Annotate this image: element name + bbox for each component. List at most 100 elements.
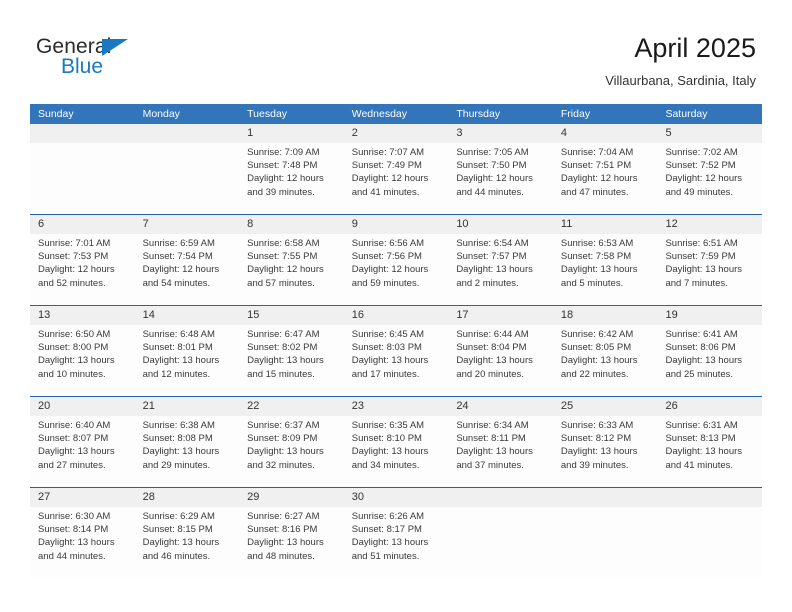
day-number[interactable]: 7 bbox=[135, 215, 240, 234]
day-detail-line: and 15 minutes. bbox=[247, 368, 315, 380]
day-detail-line: Sunset: 8:12 PM bbox=[560, 433, 632, 445]
day-cell[interactable]: Sunrise: 6:42 AM Sunset: 8:05 PM Daylight:… bbox=[553, 325, 658, 396]
day-detail-line: and 25 minutes. bbox=[665, 368, 734, 380]
day-number[interactable]: 27 bbox=[30, 488, 135, 507]
day-number[interactable]: 29 bbox=[239, 488, 344, 507]
day-detail-line: Sunrise: 6:50 AM bbox=[38, 329, 111, 340]
day-detail-line: Daylight: 12 hours bbox=[351, 173, 429, 185]
day-number[interactable]: 15 bbox=[239, 306, 344, 325]
day-cell[interactable]: Sunrise: 6:54 AM Sunset: 7:57 PM Daylight:… bbox=[448, 234, 553, 305]
day-number[interactable]: 19 bbox=[657, 306, 762, 325]
day-detail-line: and 20 minutes. bbox=[456, 368, 524, 380]
day-cell[interactable]: Sunrise: 7:09 AM Sunset: 7:48 PM Daylight:… bbox=[239, 143, 344, 214]
day-cell-empty bbox=[553, 507, 658, 578]
day-number[interactable]: 9 bbox=[344, 215, 449, 234]
day-number[interactable]: 24 bbox=[448, 397, 553, 416]
day-cell[interactable]: Sunrise: 7:05 AM Sunset: 7:50 PM Daylight:… bbox=[448, 143, 553, 214]
day-number[interactable]: 6 bbox=[30, 215, 135, 234]
day-detail-line: Sunset: 8:17 PM bbox=[351, 524, 422, 536]
day-detail-line: Sunrise: 6:29 AM bbox=[142, 511, 215, 522]
day-number[interactable]: 5 bbox=[657, 124, 762, 143]
day-detail-line: Sunrise: 6:33 AM bbox=[560, 420, 634, 431]
day-number-row: 12345 bbox=[30, 124, 762, 143]
day-number[interactable]: 8 bbox=[239, 215, 344, 234]
day-detail-line: Daylight: 13 hours bbox=[38, 446, 115, 458]
day-number[interactable]: 14 bbox=[135, 306, 240, 325]
day-number[interactable]: 12 bbox=[657, 215, 762, 234]
day-cell[interactable]: Sunrise: 6:37 AM Sunset: 8:09 PM Daylight:… bbox=[239, 416, 344, 487]
day-detail-line: Daylight: 13 hours bbox=[560, 446, 638, 458]
day-cell[interactable]: Sunrise: 6:50 AM Sunset: 8:00 PM Daylight:… bbox=[30, 325, 135, 396]
day-cell[interactable]: Sunrise: 6:27 AM Sunset: 8:16 PM Daylight:… bbox=[239, 507, 344, 578]
day-cell[interactable]: Sunrise: 6:51 AM Sunset: 7:59 PM Daylight:… bbox=[657, 234, 762, 305]
day-cell[interactable]: Sunrise: 6:34 AM Sunset: 8:11 PM Daylight:… bbox=[448, 416, 553, 487]
day-detail-line: Daylight: 13 hours bbox=[142, 355, 220, 367]
day-cell-empty bbox=[30, 143, 135, 214]
day-number[interactable]: 4 bbox=[553, 124, 658, 143]
day-cell[interactable]: Sunrise: 6:38 AM Sunset: 8:08 PM Daylight:… bbox=[135, 416, 240, 487]
day-detail-line: and 39 minutes. bbox=[560, 459, 629, 471]
day-cell[interactable]: Sunrise: 6:45 AM Sunset: 8:03 PM Daylight:… bbox=[344, 325, 449, 396]
day-number-empty bbox=[135, 124, 240, 143]
day-detail-line: Sunset: 7:56 PM bbox=[351, 251, 422, 263]
day-cell[interactable]: Sunrise: 6:58 AM Sunset: 7:55 PM Daylight:… bbox=[239, 234, 344, 305]
day-number[interactable]: 18 bbox=[553, 306, 658, 325]
brand-logo[interactable]: General Blue bbox=[36, 36, 216, 86]
day-number[interactable]: 16 bbox=[344, 306, 449, 325]
day-number[interactable]: 22 bbox=[239, 397, 344, 416]
day-number[interactable]: 30 bbox=[344, 488, 449, 507]
day-number[interactable]: 11 bbox=[553, 215, 658, 234]
day-cell[interactable]: Sunrise: 6:53 AM Sunset: 7:58 PM Daylight:… bbox=[553, 234, 658, 305]
day-number-row: 20 21 22 23 24 25 26 bbox=[30, 397, 762, 416]
day-cell[interactable]: Sunrise: 7:01 AM Sunset: 7:53 PM Daylight:… bbox=[30, 234, 135, 305]
day-cell[interactable]: Sunrise: 6:40 AM Sunset: 8:07 PM Daylight:… bbox=[30, 416, 135, 487]
day-cell[interactable]: Sunrise: 6:30 AM Sunset: 8:14 PM Daylight:… bbox=[30, 507, 135, 578]
day-detail-line: Daylight: 13 hours bbox=[560, 264, 638, 276]
day-detail-line: and 59 minutes. bbox=[351, 277, 420, 289]
day-number[interactable]: 2 bbox=[344, 124, 449, 143]
day-detail-line: Daylight: 13 hours bbox=[665, 446, 743, 458]
title-block: April 2025 Villaurbana, Sardinia, Italy bbox=[605, 32, 756, 89]
day-cell[interactable]: Sunrise: 6:44 AM Sunset: 8:04 PM Daylight:… bbox=[448, 325, 553, 396]
day-detail-line: Sunrise: 7:04 AM bbox=[560, 147, 634, 158]
day-cell[interactable]: Sunrise: 7:07 AM Sunset: 7:49 PM Daylight:… bbox=[344, 143, 449, 214]
day-number[interactable]: 13 bbox=[30, 306, 135, 325]
day-detail-line: Daylight: 12 hours bbox=[38, 264, 115, 276]
day-number[interactable]: 20 bbox=[30, 397, 135, 416]
day-detail-line: Daylight: 13 hours bbox=[247, 537, 324, 549]
day-cell[interactable]: Sunrise: 6:35 AM Sunset: 8:10 PM Daylight:… bbox=[344, 416, 449, 487]
day-detail-row: Sunrise: 7:09 AM Sunset: 7:48 PM Daylight:… bbox=[30, 143, 762, 214]
day-cell[interactable]: Sunrise: 6:26 AM Sunset: 8:17 PM Daylight:… bbox=[344, 507, 449, 578]
day-number[interactable]: 21 bbox=[135, 397, 240, 416]
day-cell[interactable]: Sunrise: 6:31 AM Sunset: 8:13 PM Daylight:… bbox=[657, 416, 762, 487]
page-subtitle: Villaurbana, Sardinia, Italy bbox=[605, 73, 756, 88]
day-detail-row: Sunrise: 6:50 AM Sunset: 8:00 PM Daylight:… bbox=[30, 325, 762, 396]
day-detail-line: and 29 minutes. bbox=[142, 459, 211, 471]
day-detail-line: Sunset: 7:50 PM bbox=[456, 160, 527, 172]
day-detail-line: Daylight: 13 hours bbox=[351, 537, 429, 549]
day-detail-line: Daylight: 12 hours bbox=[247, 264, 324, 276]
day-cell[interactable]: Sunrise: 7:04 AM Sunset: 7:51 PM Daylight:… bbox=[553, 143, 658, 214]
day-number[interactable]: 25 bbox=[553, 397, 658, 416]
weekday-header-thursday: Thursday bbox=[456, 108, 501, 120]
day-detail-line: and 46 minutes. bbox=[142, 550, 211, 562]
day-number[interactable]: 26 bbox=[657, 397, 762, 416]
day-cell[interactable]: Sunrise: 6:29 AM Sunset: 8:15 PM Daylight:… bbox=[135, 507, 240, 578]
day-cell[interactable]: Sunrise: 6:47 AM Sunset: 8:02 PM Daylight:… bbox=[239, 325, 344, 396]
day-number[interactable]: 3 bbox=[448, 124, 553, 143]
day-cell[interactable]: Sunrise: 6:48 AM Sunset: 8:01 PM Daylight:… bbox=[135, 325, 240, 396]
day-cell[interactable]: Sunrise: 6:41 AM Sunset: 8:06 PM Daylight:… bbox=[657, 325, 762, 396]
day-number[interactable]: 23 bbox=[344, 397, 449, 416]
day-number[interactable]: 1 bbox=[239, 124, 344, 143]
day-number[interactable]: 28 bbox=[135, 488, 240, 507]
day-detail-line: Sunrise: 6:42 AM bbox=[560, 329, 634, 340]
day-number[interactable]: 10 bbox=[448, 215, 553, 234]
day-cell[interactable]: Sunrise: 7:02 AM Sunset: 7:52 PM Daylight:… bbox=[657, 143, 762, 214]
day-number[interactable]: 17 bbox=[448, 306, 553, 325]
day-cell[interactable]: Sunrise: 6:59 AM Sunset: 7:54 PM Daylight:… bbox=[135, 234, 240, 305]
day-number-empty bbox=[30, 124, 135, 143]
day-cell[interactable]: Sunrise: 6:56 AM Sunset: 7:56 PM Daylight:… bbox=[344, 234, 449, 305]
day-cell[interactable]: Sunrise: 6:33 AM Sunset: 8:12 PM Daylight:… bbox=[553, 416, 658, 487]
day-detail-line: Sunset: 8:08 PM bbox=[142, 433, 213, 445]
day-detail-line: Daylight: 12 hours bbox=[665, 173, 743, 185]
